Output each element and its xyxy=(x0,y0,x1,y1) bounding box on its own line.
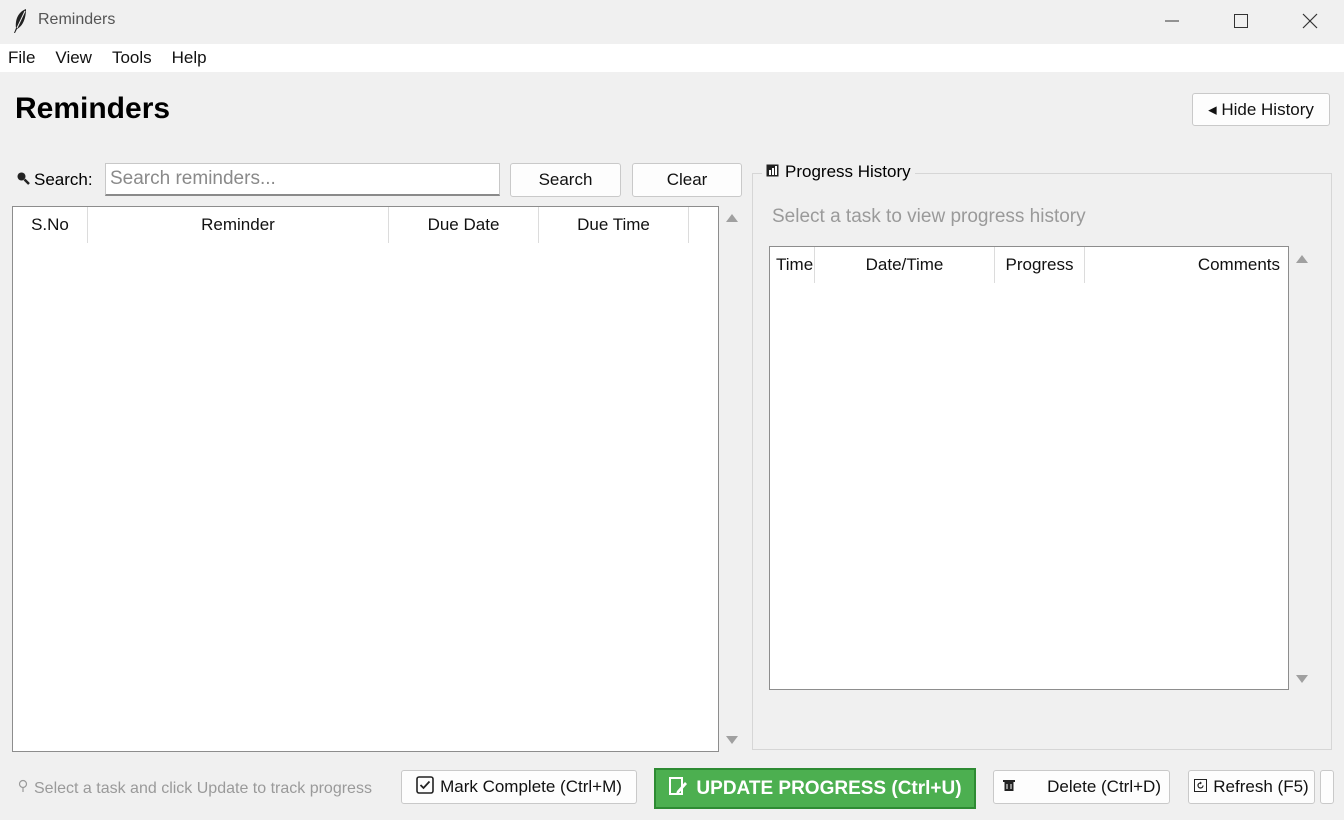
progress-history-title: Progress History xyxy=(762,162,915,182)
overflow-button[interactable] xyxy=(1320,770,1334,804)
close-button[interactable] xyxy=(1276,0,1344,42)
column-date-time[interactable]: Date/Time xyxy=(815,247,995,283)
column-time[interactable]: Time xyxy=(770,247,815,283)
progress-history-header: Time Date/Time Progress Comments xyxy=(770,247,1288,283)
reminders-table[interactable]: S.No Reminder Due Date Due Time xyxy=(12,206,719,752)
magnifier-icon xyxy=(16,170,30,190)
progress-history-table[interactable]: Time Date/Time Progress Comments xyxy=(769,246,1289,690)
delete-button[interactable]: Delete (Ctrl+D) xyxy=(993,770,1170,804)
progress-history-label: Progress History xyxy=(785,162,911,181)
reminders-scroll-up-icon[interactable] xyxy=(726,214,738,222)
lightbulb-icon xyxy=(18,779,28,798)
column-progress[interactable]: Progress xyxy=(995,247,1085,283)
reminders-scroll-down-icon[interactable] xyxy=(726,736,738,744)
maximize-icon xyxy=(1234,14,1248,28)
history-scroll-up-icon[interactable] xyxy=(1296,255,1308,263)
menu-bar: File View Tools Help xyxy=(0,44,1344,72)
delete-label: Delete (Ctrl+D) xyxy=(1047,777,1161,796)
refresh-button[interactable]: Refresh (F5) xyxy=(1188,770,1315,804)
title-bar: Reminders xyxy=(0,0,1344,42)
column-due-date[interactable]: Due Date xyxy=(389,207,539,243)
update-progress-button[interactable]: UPDATE PROGRESS (Ctrl+U) xyxy=(654,768,976,809)
menu-tools[interactable]: Tools xyxy=(104,48,160,68)
checkbox-icon xyxy=(416,775,434,799)
chart-icon xyxy=(766,162,779,182)
progress-history-hint: Select a task to view progress history xyxy=(772,206,1086,227)
column-reminder[interactable]: Reminder xyxy=(88,207,389,243)
close-icon xyxy=(1302,13,1318,29)
minimize-button[interactable] xyxy=(1138,0,1206,42)
clear-button[interactable]: Clear xyxy=(632,163,742,197)
status-hint-text: Select a task and click Update to track … xyxy=(34,779,372,797)
search-input[interactable] xyxy=(105,163,500,196)
column-sno[interactable]: S.No xyxy=(13,207,88,243)
feather-icon xyxy=(12,8,28,34)
hide-history-button[interactable]: ◂ Hide History xyxy=(1192,93,1330,126)
column-extra[interactable] xyxy=(689,207,718,243)
history-scroll-down-icon[interactable] xyxy=(1296,675,1308,683)
search-label-group: Search: xyxy=(16,170,93,190)
menu-help[interactable]: Help xyxy=(164,48,215,68)
minimize-icon xyxy=(1165,20,1179,22)
search-label: Search: xyxy=(34,170,93,189)
refresh-label: Refresh (F5) xyxy=(1213,777,1309,796)
window-title: Reminders xyxy=(38,11,116,28)
status-hint: Select a task and click Update to track … xyxy=(18,779,372,798)
edit-document-icon xyxy=(668,776,688,802)
page-title: Reminders xyxy=(15,92,171,125)
maximize-button[interactable] xyxy=(1207,0,1275,42)
menu-file[interactable]: File xyxy=(0,48,43,68)
search-button[interactable]: Search xyxy=(510,163,621,197)
mark-complete-label: Mark Complete (Ctrl+M) xyxy=(440,777,622,796)
trash-icon xyxy=(1002,777,1016,797)
update-progress-label: UPDATE PROGRESS (Ctrl+U) xyxy=(696,777,962,799)
reminders-table-header: S.No Reminder Due Date Due Time xyxy=(13,207,718,243)
column-comments[interactable]: Comments xyxy=(1085,247,1288,283)
refresh-icon xyxy=(1194,777,1208,797)
menu-view[interactable]: View xyxy=(47,48,100,68)
mark-complete-button[interactable]: Mark Complete (Ctrl+M) xyxy=(401,770,637,804)
column-due-time[interactable]: Due Time xyxy=(539,207,689,243)
